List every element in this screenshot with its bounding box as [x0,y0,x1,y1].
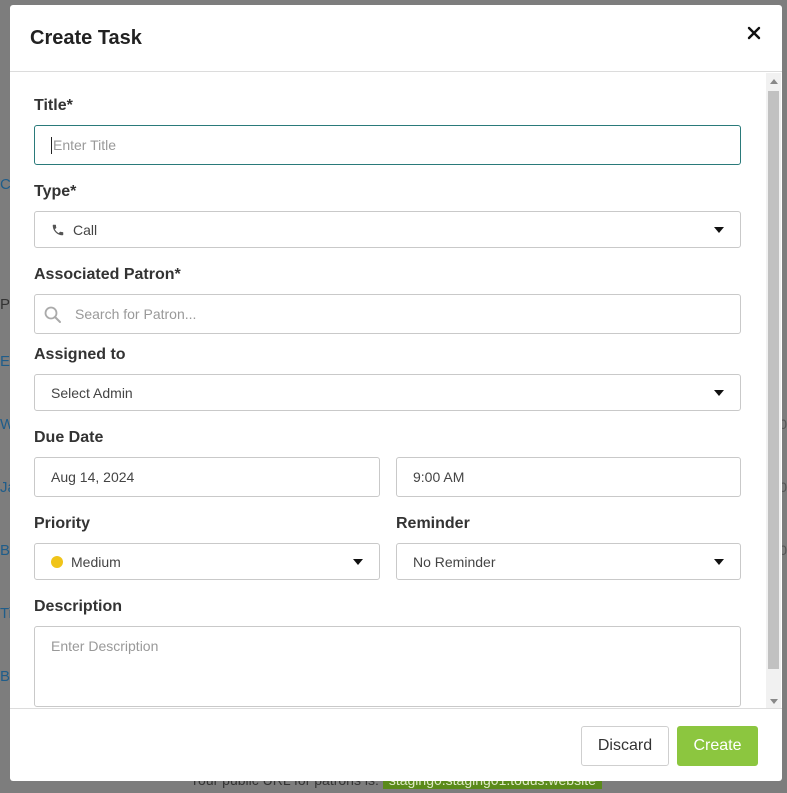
description-placeholder: Enter Description [51,638,159,654]
description-textarea[interactable]: Enter Description [34,626,741,707]
due-date-value: Aug 14, 2024 [51,469,135,485]
modal-body: Title* Enter Title Type* Call Associated… [10,73,782,708]
assigned-select[interactable]: Select Admin [34,374,741,411]
due-date-label: Due Date [34,429,104,446]
reminder-value: No Reminder [413,553,496,570]
patron-label: Associated Patron* [34,266,181,283]
type-select[interactable]: Call [34,211,741,248]
close-icon [747,26,761,40]
scroll-down-icon[interactable] [770,699,778,704]
priority-value: Medium [71,553,121,570]
modal-footer: Discard Create [10,708,782,781]
description-label: Description [34,598,123,615]
create-button[interactable]: Create [677,726,758,766]
priority-label: Priority [34,515,91,532]
chevron-down-icon [353,558,363,565]
title-placeholder: Enter Title [53,137,117,153]
type-label: Type* [34,183,77,200]
assigned-value: Select Admin [51,384,133,401]
scroll-thumb[interactable] [768,91,779,669]
priority-select[interactable]: Medium [34,543,380,580]
discard-button[interactable]: Discard [581,726,669,766]
chevron-down-icon [714,389,724,396]
patron-search-input[interactable]: Search for Patron... [34,294,741,334]
modal-header: Create Task [10,5,782,72]
due-time-input[interactable]: 9:00 AM [396,457,741,497]
patron-placeholder: Search for Patron... [75,306,197,322]
text-cursor [51,137,52,154]
type-value: Call [73,221,98,238]
search-icon [44,306,61,323]
chevron-down-icon [714,558,724,565]
close-button[interactable] [744,23,764,43]
modal-title: Create Task [30,27,142,49]
phone-icon [52,224,64,236]
create-task-modal: Create Task Title* Enter Title Type* Cal… [10,5,782,781]
scroll-up-icon[interactable] [770,79,778,84]
chevron-down-icon [714,226,724,233]
reminder-label: Reminder [396,515,470,532]
title-input[interactable]: Enter Title [34,125,741,165]
reminder-select[interactable]: No Reminder [396,543,741,580]
title-label: Title* [34,97,73,114]
due-time-value: 9:00 AM [413,469,465,485]
priority-dot-icon [51,556,63,568]
assigned-label: Assigned to [34,346,126,363]
due-date-input[interactable]: Aug 14, 2024 [34,457,380,497]
scrollbar[interactable] [766,73,781,708]
